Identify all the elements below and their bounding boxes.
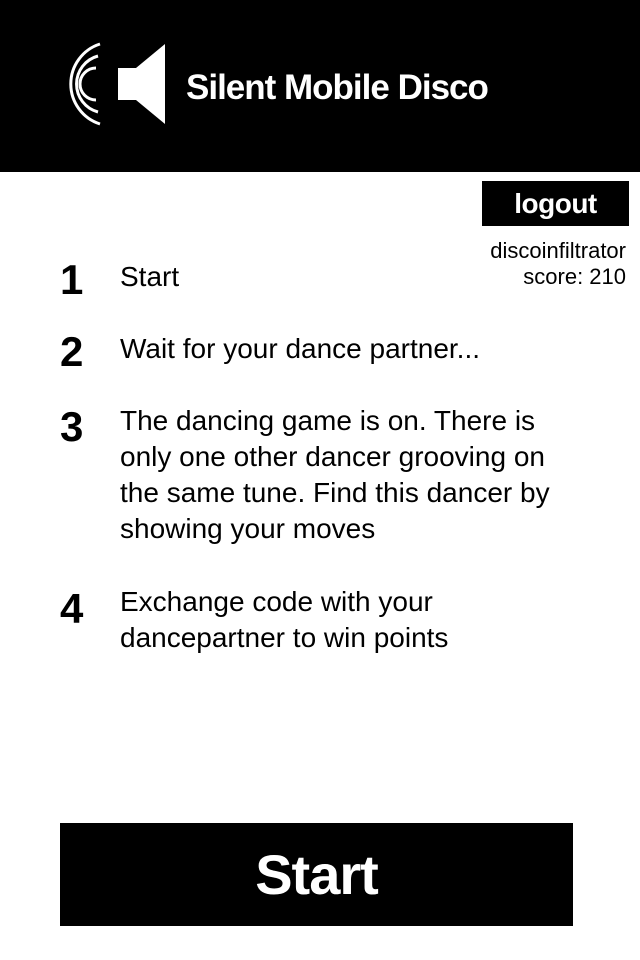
step-number: 2 [60, 328, 84, 375]
speaker-sound-icon [69, 42, 165, 126]
app-title: Silent Mobile Disco [186, 68, 489, 107]
step-text: Exchange code with your dancepartner to … [120, 586, 449, 653]
step-number: 1 [60, 256, 84, 303]
step-number: 4 [60, 585, 84, 632]
app-header: Silent Mobile Disco [0, 0, 640, 172]
step-text: Wait for your dance partner... [120, 333, 481, 364]
step-text: Start [120, 261, 180, 292]
step-number: 3 [60, 403, 84, 450]
start-button[interactable]: Start [60, 823, 573, 926]
step-text: The dancing game is on. There is only on… [120, 405, 550, 544]
logout-button[interactable]: logout [482, 181, 629, 226]
